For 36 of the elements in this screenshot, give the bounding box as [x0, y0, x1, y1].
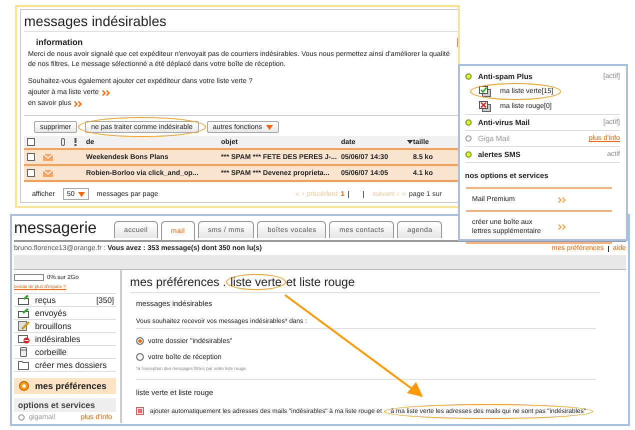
folder-item[interactable]: créer mes dossiers: [14, 359, 116, 372]
caret-icon: [78, 192, 85, 196]
checkbox[interactable]: [27, 138, 35, 146]
info-heading: information: [36, 37, 83, 47]
page-title: mes préférences . liste verte et liste rouge: [130, 275, 600, 293]
pencil-document-icon: [18, 321, 30, 331]
app-title: messagerie: [14, 219, 98, 239]
checkbox[interactable]: [136, 407, 144, 415]
folder-item[interactable]: brouillons: [14, 320, 116, 333]
chevron-icon: [558, 196, 566, 202]
list-check-icon: [479, 86, 491, 97]
exclamation-icon: [74, 138, 77, 146]
folder-item[interactable]: indésirables: [14, 333, 116, 346]
folder-item[interactable]: corbeille: [14, 346, 116, 359]
chevron-icon: [558, 224, 566, 230]
panel-title: messages indésirables: [24, 12, 458, 32]
list-cross-icon: [479, 101, 491, 112]
folder-item[interactable]: envoyés: [14, 307, 116, 320]
folder-icon: [18, 360, 30, 370]
trash-icon: [18, 347, 30, 357]
envelope-icon: [43, 170, 53, 176]
preferences-item[interactable]: mes préférences: [14, 378, 116, 394]
sort-icon[interactable]: [407, 140, 413, 144]
checkbox[interactable]: [27, 153, 35, 161]
radio-button[interactable]: [136, 353, 144, 361]
caret-icon: [266, 124, 274, 130]
chevron-icon: [74, 101, 82, 107]
paperclip-icon: [61, 138, 65, 146]
status-dot-icon: [18, 414, 25, 421]
options-heading: options et services: [14, 398, 116, 412]
chevron-icon: [102, 90, 110, 96]
radio-button[interactable]: [136, 337, 144, 345]
checkbox[interactable]: [27, 169, 35, 177]
folder-forbidden-icon: [18, 334, 30, 344]
envelope-icon: [43, 154, 53, 160]
folder-item[interactable]: reçus [350]: [14, 294, 116, 307]
